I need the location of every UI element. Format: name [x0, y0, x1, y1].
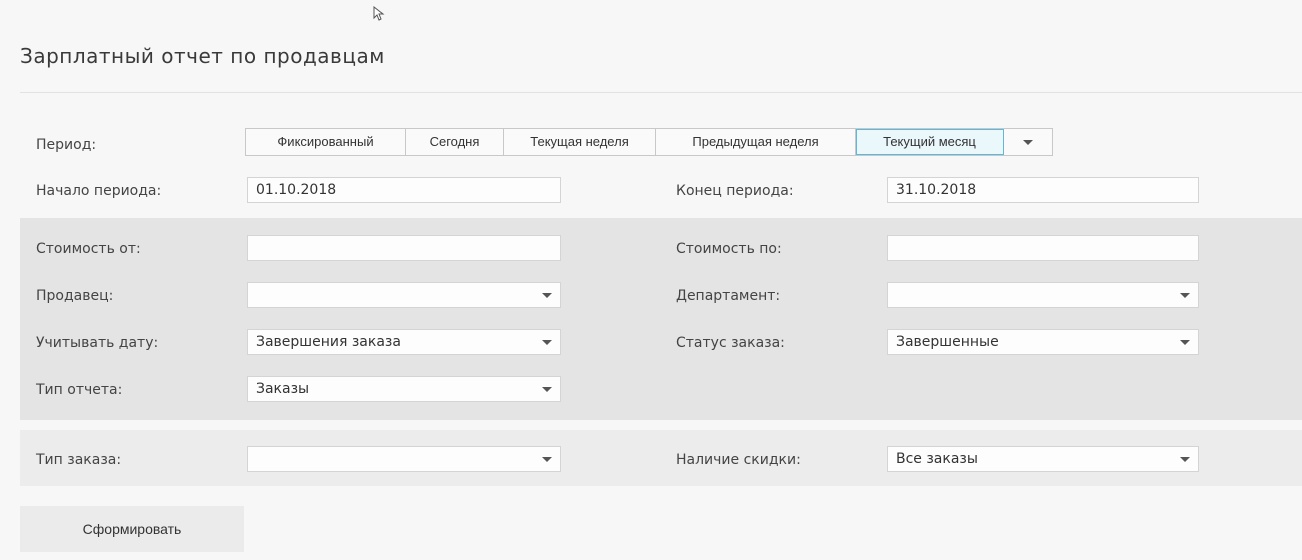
- period-label: Период:: [36, 137, 97, 153]
- order-type-select[interactable]: [247, 446, 561, 472]
- period-fixed-button[interactable]: Фиксированный: [246, 129, 406, 155]
- cost-from-label: Стоимость от:: [36, 241, 141, 257]
- report-type-select[interactable]: Заказы: [247, 376, 561, 402]
- report-page: Зарплатный отчет по продавцам Период: Фи…: [0, 0, 1302, 560]
- period-selector: Фиксированный Сегодня Текущая неделя Пре…: [245, 128, 1053, 156]
- date-basis-label: Учитывать дату:: [36, 335, 159, 351]
- report-type-label: Тип отчета:: [36, 382, 123, 398]
- period-previous-week-button[interactable]: Предыдущая неделя: [656, 129, 856, 155]
- end-period-input[interactable]: 31.10.2018: [887, 177, 1199, 203]
- period-current-week-button[interactable]: Текущая неделя: [504, 129, 656, 155]
- order-type-label: Тип заказа:: [36, 452, 122, 468]
- end-period-label: Конец периода:: [676, 183, 794, 199]
- start-period-input[interactable]: 01.10.2018: [247, 177, 561, 203]
- cost-from-input[interactable]: [247, 235, 561, 261]
- period-more-button[interactable]: [1004, 129, 1052, 155]
- mouse-pointer-icon: [373, 6, 385, 21]
- caret-down-icon: [542, 340, 552, 345]
- discount-value: Все заказы: [896, 451, 978, 467]
- discount-select[interactable]: Все заказы: [887, 446, 1199, 472]
- cost-to-label: Стоимость по:: [676, 241, 782, 257]
- seller-label: Продавец:: [36, 288, 114, 304]
- caret-down-icon: [1180, 293, 1190, 298]
- order-status-label: Статус заказа:: [676, 335, 785, 351]
- department-label: Департамент:: [676, 288, 781, 304]
- caret-down-icon: [1180, 340, 1190, 345]
- start-period-label: Начало периода:: [36, 183, 162, 199]
- report-type-value: Заказы: [256, 381, 310, 397]
- date-basis-value: Завершения заказа: [256, 334, 401, 350]
- caret-down-icon: [1023, 140, 1033, 146]
- period-current-month-button[interactable]: Текущий месяц: [856, 129, 1004, 155]
- title-divider: [20, 92, 1302, 93]
- date-basis-select[interactable]: Завершения заказа: [247, 329, 561, 355]
- caret-down-icon: [542, 457, 552, 462]
- period-today-button[interactable]: Сегодня: [406, 129, 504, 155]
- page-title: Зарплатный отчет по продавцам: [20, 44, 385, 68]
- caret-down-icon: [542, 387, 552, 392]
- department-select[interactable]: [887, 282, 1199, 308]
- caret-down-icon: [542, 293, 552, 298]
- seller-select[interactable]: [247, 282, 561, 308]
- generate-report-button[interactable]: Сформировать: [20, 506, 244, 552]
- cost-to-input[interactable]: [887, 235, 1199, 261]
- order-status-select[interactable]: Завершенные: [887, 329, 1199, 355]
- order-status-value: Завершенные: [896, 334, 999, 350]
- caret-down-icon: [1180, 457, 1190, 462]
- discount-label: Наличие скидки:: [676, 452, 801, 468]
